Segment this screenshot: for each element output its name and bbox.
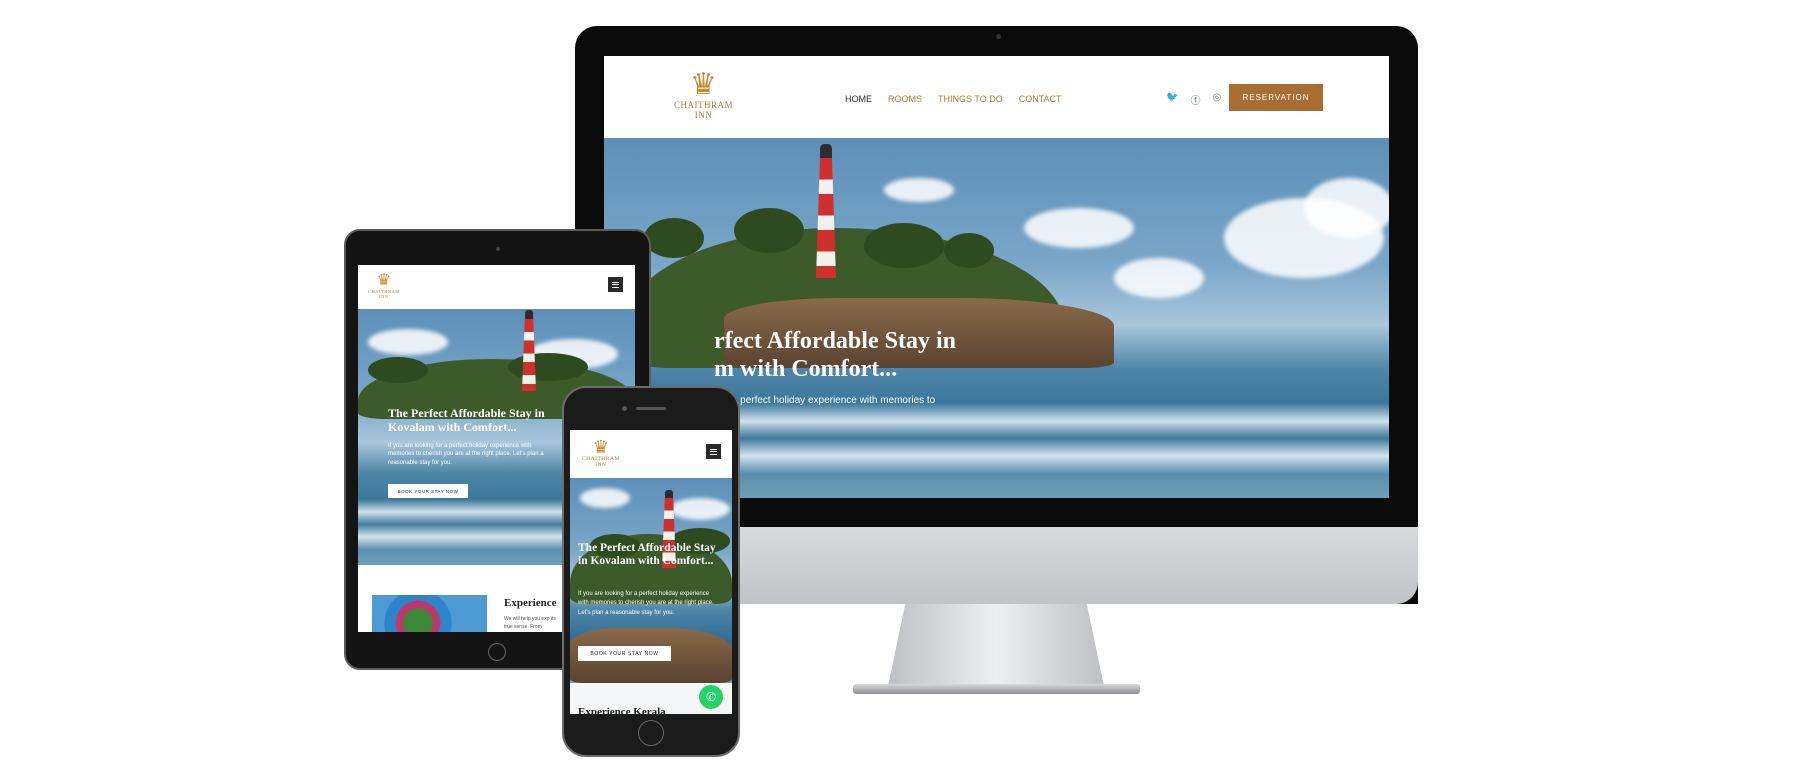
tablet-hero-title: The Perfect Affordable Stay in Kovalam w…	[388, 406, 545, 434]
crown-icon: ♛	[592, 437, 609, 457]
social-links: 🐦 ⓕ ◎	[1166, 92, 1221, 107]
desktop-hero-title-line2: m with Comfort...	[714, 355, 898, 382]
phone-speaker	[636, 407, 666, 410]
phone-camera	[622, 406, 627, 411]
imac-base	[853, 684, 1140, 694]
brand-name-line1: CHAITHRAM	[674, 100, 734, 110]
desktop-nav: HOME ROOMS THINGS TO DO CONTACT	[845, 94, 1062, 104]
desktop-hero-title-line1: rfect Affordable Stay in	[714, 328, 956, 354]
whatsapp-icon[interactable]: ✆	[699, 685, 723, 709]
phone-home-button	[638, 720, 664, 746]
tablet-section-text: We will help you exp its true sense. Fro…	[504, 616, 556, 630]
desktop-logo[interactable]: ♛ CHAITHRAM INN	[674, 70, 733, 121]
brand-name-line2: INN	[595, 462, 607, 469]
tablet-home-button	[488, 643, 506, 661]
tablet-section-title: Experience	[504, 597, 557, 609]
crown-icon: ♛	[690, 68, 717, 101]
instagram-icon[interactable]: ◎	[1212, 92, 1221, 107]
tablet-book-button[interactable]: BOOK YOUR STAY NOW	[388, 484, 468, 498]
desktop-hero-subtitle: g for a perfect holiday experience with …	[709, 395, 936, 406]
desktop-hero-title: rfect Affordable Stay in m with Comfort.…	[714, 328, 1074, 383]
phone-hero-subtitle: If you are looking for a perfect holiday…	[578, 591, 714, 616]
phone-book-button[interactable]: BOOK YOUR STAY NOW	[578, 646, 671, 661]
parasail-image	[372, 595, 487, 632]
menu-icon[interactable]	[706, 444, 721, 459]
menu-icon[interactable]	[608, 277, 623, 292]
tablet-camera	[496, 247, 500, 251]
imac-camera	[996, 34, 1001, 39]
nav-home[interactable]: HOME	[845, 94, 872, 104]
reservation-button[interactable]: RESERVATION	[1229, 84, 1323, 111]
nav-contact[interactable]: CONTACT	[1019, 94, 1062, 104]
imac-stand	[888, 604, 1104, 686]
tablet-hero-subtitle: If you are looking for a perfect holiday…	[388, 443, 544, 466]
facebook-icon[interactable]: ⓕ	[1190, 92, 1200, 107]
phone-hero-title: The Perfect Affordable Stay in Kovalam w…	[578, 542, 716, 568]
tablet-logo[interactable]: ♛ CHAITHRAM INN	[368, 272, 400, 300]
phone-screen: ♛ CHAITHRAM INN The Perfect Affordable S…	[570, 430, 732, 714]
nav-rooms[interactable]: ROOMS	[888, 94, 922, 104]
phone-lower-text: Experience Kerala	[578, 706, 666, 714]
brand-name-line2: INN	[694, 110, 713, 121]
brand-name-line2: INN	[379, 294, 389, 300]
twitter-icon[interactable]: 🐦	[1166, 92, 1178, 107]
nav-things-to-do[interactable]: THINGS TO DO	[938, 94, 1003, 104]
phone-logo[interactable]: ♛ CHAITHRAM INN	[582, 438, 620, 469]
desktop-header: ♛ CHAITHRAM INN HOME ROOMS THINGS TO DO …	[604, 56, 1389, 138]
crown-icon: ♛	[376, 272, 392, 289]
